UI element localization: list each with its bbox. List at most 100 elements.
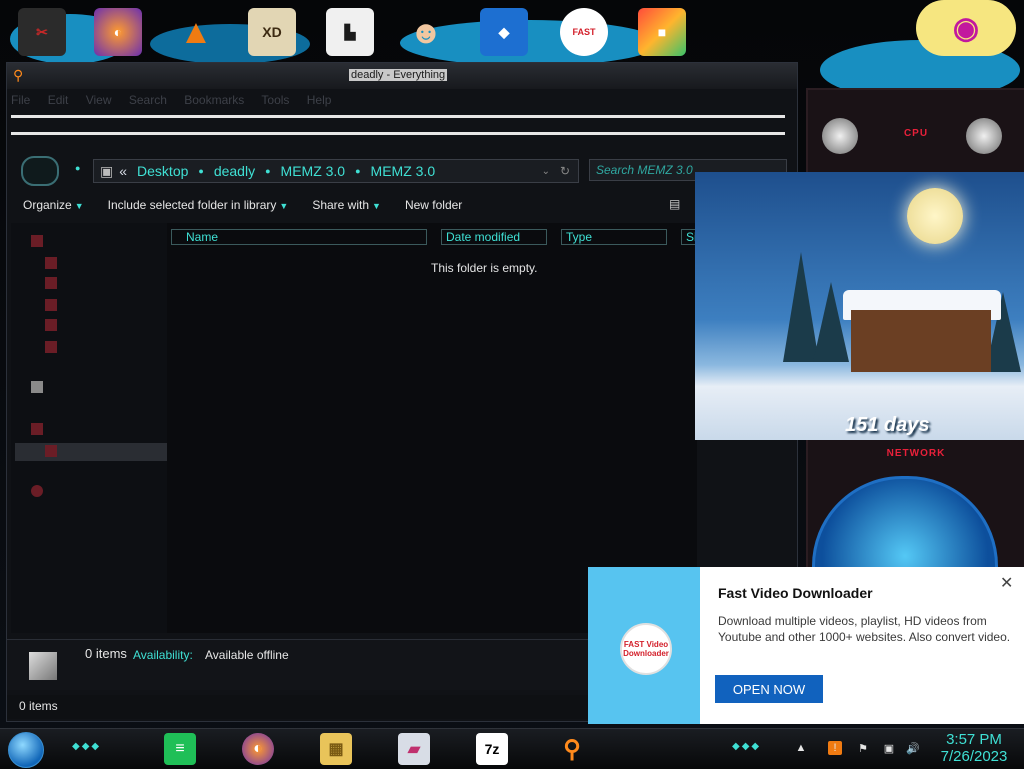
pictures-icon [45,319,57,332]
organize-label: Organize [23,198,72,212]
nav-item[interactable] [45,257,155,273]
notes-icon[interactable]: ≡ [164,733,196,765]
star-icon [31,235,43,248]
nav-item[interactable] [45,341,155,357]
crumb-desktop[interactable]: Desktop [137,163,188,179]
menu-bookmarks[interactable]: Bookmarks [184,93,244,107]
fast-video-tray-icon[interactable]: ! [828,741,842,755]
chevron-down-icon[interactable]: ⌄ [542,166,550,177]
action-center-icon[interactable]: ⚑ [856,741,870,755]
drive-icon [45,445,57,458]
homegroup-icon [31,381,43,394]
downloads-icon [45,277,57,290]
organize-button[interactable]: Organize ▼ [23,198,84,212]
share-with-label: Share with [312,198,370,212]
image-viewer-icon[interactable]: ▰ [398,733,430,765]
menu-bar: File Edit View Search Bookmarks Tools He… [11,93,345,111]
doctor-icon[interactable]: ☻ [402,8,450,56]
chevron-down-icon: ▼ [372,201,381,211]
menu-view[interactable]: View [86,93,112,107]
network-icon [31,485,43,498]
crumb-memz-current[interactable]: MEMZ 3.0 [371,163,436,179]
navigation-row: ● ▣ « Desktop ● deadly ● MEMZ 3.0 ● MEMZ… [7,151,797,189]
office-icon[interactable]: ■ [638,8,686,56]
new-folder-button[interactable]: New folder [405,198,462,212]
search-everything-icon[interactable]: ⚲ [556,733,588,765]
include-library-label: Include selected folder in library [107,198,277,212]
nav-item-homegroup[interactable] [31,381,141,397]
include-library-button[interactable]: Include selected folder in library ▼ [108,198,289,212]
notification-title: Fast Video Downloader [718,585,873,601]
view-options-icon[interactable]: ▤ [669,197,680,211]
computer-icon [31,423,43,436]
availability-label: Availability: [133,648,193,662]
close-icon[interactable]: ✕ [1000,573,1013,593]
taskbar-decoration: ◆◆◆ [732,741,762,752]
back-forward-orb[interactable] [21,156,59,186]
notification-popup[interactable]: FAST Video Downloader Fast Video Downloa… [588,567,1024,724]
nav-item-computer[interactable] [31,423,141,439]
menu-edit[interactable]: Edit [48,93,69,107]
column-type[interactable]: Type [561,229,667,245]
videos-icon [45,341,57,354]
crumb-separator: ● [198,166,204,176]
clock-date: 7/26/2023 [940,748,1008,765]
moon-image [907,188,963,244]
column-date-modified[interactable]: Date modified [441,229,547,245]
column-name[interactable]: Name [171,229,427,245]
recent-dot: ● [75,163,81,173]
folder-icon: ▣ [100,162,114,179]
crumb-deadly[interactable]: deadly [214,163,255,179]
menu-file[interactable]: File [11,93,30,107]
address-bar[interactable]: ▣ « Desktop ● deadly ● MEMZ 3.0 ● MEMZ 3… [93,159,579,183]
gadget-network-label: NETWORK [886,448,946,459]
nav-item-local-disk[interactable] [45,445,155,461]
crumb-memz[interactable]: MEMZ 3.0 [281,163,346,179]
recent-places-icon [45,299,57,312]
cartoon-character-icon: ◉ [916,0,1016,56]
refresh-icon[interactable]: ↻ [560,164,570,178]
7zip-icon[interactable]: 7z [476,733,508,765]
nav-item[interactable] [45,299,155,315]
nav-item[interactable] [45,277,155,293]
empty-folder-message: This folder is empty. [431,261,538,275]
shield-icon[interactable]: ◆ [480,8,528,56]
firefox-icon[interactable]: ◐ [242,733,274,765]
volume-icon[interactable]: 🔊 [906,741,920,755]
window-title: deadly - Everything [349,69,448,81]
nav-item-network[interactable] [31,485,141,501]
game-icon[interactable]: ▙ [326,8,374,56]
taskbar-clock[interactable]: 3:57 PM 7/26/2023 [934,731,1014,765]
window-titlebar[interactable]: ⚲ deadly - Everything [7,63,797,89]
search-bar-frame [11,115,785,135]
command-bar: Organize ▼ Include selected folder in lib… [11,191,691,219]
chevron-down-icon: ▼ [279,201,289,211]
fast-video-downloader-icon[interactable]: FAST [560,8,608,56]
vlc-icon[interactable]: ▲ [172,8,220,56]
alien-head-icon [966,118,1002,154]
file-explorer-icon[interactable]: ▦ [320,733,352,765]
countdown-widget[interactable]: 151 days [695,172,1024,440]
xd-icon[interactable]: XD [248,8,296,56]
nav-item[interactable] [45,319,155,335]
share-with-button[interactable]: Share with ▼ [312,198,381,212]
menu-search[interactable]: Search [129,93,167,107]
availability-value: Available offline [205,648,289,662]
open-now-button[interactable]: OPEN NOW [715,675,823,703]
start-button[interactable] [8,732,44,768]
nav-item-favorites[interactable] [31,235,141,251]
taskbar-decoration: ◆◆◆ [72,741,102,752]
show-hidden-icons-icon[interactable]: ▲ [794,741,808,755]
countdown-days: 151 days [845,414,930,436]
desktop-icon [45,257,57,270]
network-status-icon[interactable]: ▣ [882,741,896,755]
search-everything-icon: ⚲ [13,67,24,83]
crumb-separator: ● [265,166,271,176]
cabin-image [851,310,991,372]
menu-help[interactable]: Help [307,93,332,107]
menu-tools[interactable]: Tools [261,93,289,107]
firefox-icon[interactable]: ◐ [94,8,142,56]
address-overflow[interactable]: « [119,163,127,179]
settings-icon[interactable]: ✂ [18,8,66,56]
fast-video-downloader-logo: FAST Video Downloader [620,623,672,675]
